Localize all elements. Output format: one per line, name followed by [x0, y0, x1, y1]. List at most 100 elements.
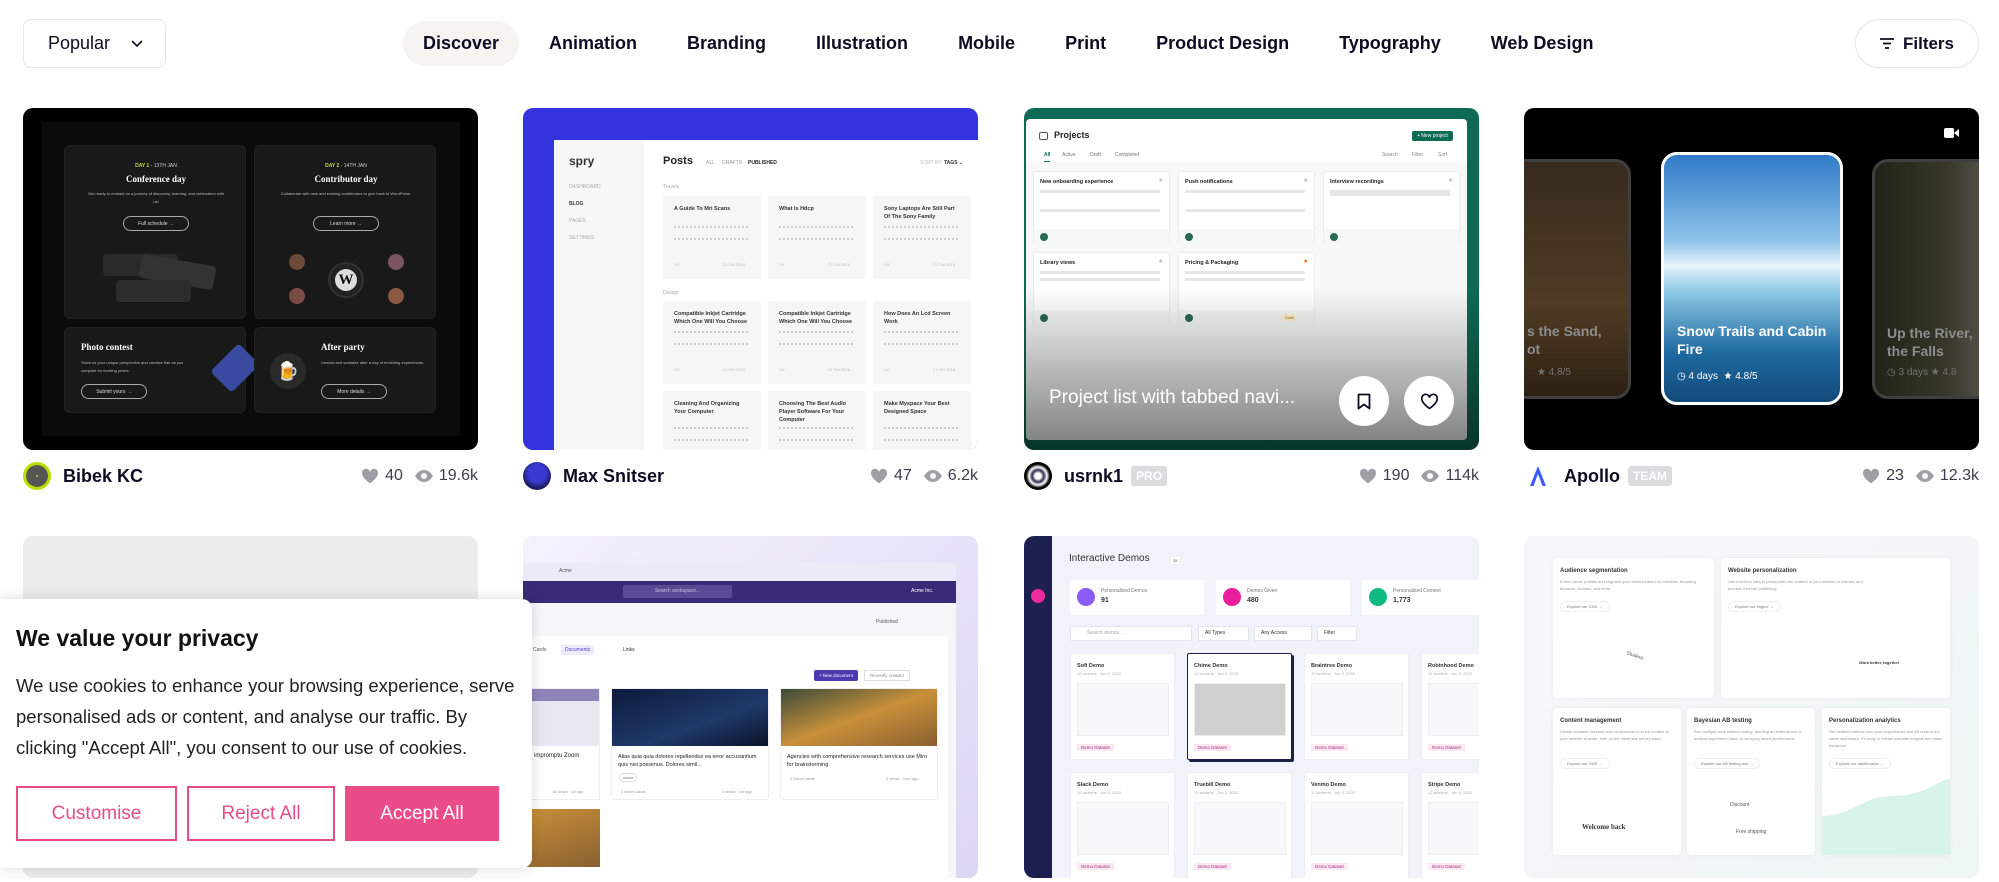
demo-title: Truebill Demo [1194, 782, 1231, 788]
customise-button[interactable]: Customise [16, 786, 177, 841]
dataset-badge: Demo Dataset [1077, 744, 1114, 751]
sidebar-item-blog: BLOG [569, 201, 584, 207]
tile-title: Conference day [125, 174, 187, 184]
new-project-button: + New project [1412, 131, 1453, 141]
tab-product-design[interactable]: Product Design [1136, 21, 1309, 66]
heart-icon[interactable] [361, 468, 379, 484]
author-name[interactable]: Apollo [1564, 466, 1620, 487]
stat-label: Personalized Content [1393, 588, 1441, 594]
demo-meta: 12 screens · Jun 3, 2022 [1077, 790, 1122, 795]
side-card-rating: 4.8/5 [1548, 367, 1571, 378]
search-tool: Search [1382, 152, 1398, 158]
tab-typography[interactable]: Typography [1319, 21, 1461, 66]
author-name[interactable]: Max Snitser [563, 466, 664, 487]
tile-title: Contributor day [314, 174, 378, 184]
feature-link: Explore our dashboards → [1829, 758, 1891, 769]
views-count: 12.3k [1939, 467, 1979, 484]
post-tag: UX [884, 262, 890, 267]
heart-icon[interactable] [870, 468, 888, 484]
author-name[interactable]: usrnk1 [1064, 466, 1123, 487]
reject-all-button[interactable]: Reject All [187, 786, 335, 841]
tab-web-design[interactable]: Web Design [1471, 21, 1614, 66]
eye-icon [1421, 470, 1440, 482]
featured-trip-card: Snow Trails and Cabin Fire ◷ 4 days ★ 4.… [1661, 152, 1843, 405]
section-label: Design [663, 290, 679, 296]
shot-thumbnail-7[interactable]: Interactive Demos 35 Search demos... All… [1024, 536, 1479, 878]
apollo-logo-icon[interactable] [1524, 462, 1552, 490]
shot-thumbnail-6[interactable]: Acme Search workspace... Acme Inc. Publi… [523, 536, 978, 878]
dataset-badge: Demo Dataset [1077, 863, 1114, 870]
shot-meta-4: Apollo TEAM 23 12.3k [1524, 461, 1979, 491]
project-title: Library views [1040, 260, 1076, 266]
post-date: 21 Oct 2018 [828, 367, 850, 372]
avatar[interactable] [523, 462, 551, 490]
stat-label: Demos Given [1247, 588, 1278, 594]
doc-title: impromptu Zoom [534, 753, 580, 759]
org-name: Acme Inc. [911, 588, 934, 594]
post-tag: UX [674, 262, 680, 267]
tab-illustration[interactable]: Illustration [796, 21, 928, 66]
full-schedule-button: Full schedule → [123, 216, 189, 231]
demo-title: Stripe Demo [1428, 782, 1461, 788]
shot-stats: 23 12.3k [1862, 467, 1979, 485]
demo-meta: 12 screens · Jun 3, 2022 [1077, 671, 1122, 676]
shot-thumbnail-4[interactable]: s the Sand, ot ★ 4.8/5 Snow Trails and C… [1524, 108, 1979, 450]
tab-animation[interactable]: Animation [529, 21, 657, 66]
demo-card: Truebill Demo 12 screens · Jun 3, 2022 D… [1187, 772, 1292, 878]
feature-title: Content management [1560, 718, 1622, 724]
shot-thumbnail-1[interactable]: DAY 1 - 13TH JAN Conference day Get read… [23, 108, 478, 450]
author-name[interactable]: Bibek KC [63, 466, 143, 487]
accept-all-button[interactable]: Accept All [345, 786, 499, 841]
posts-title: Posts [663, 155, 693, 167]
star-icon: ★ [1303, 259, 1309, 265]
shot-thumbnail-2[interactable]: spry DASHBOARD BLOG PAGES SETTINGS Posts… [523, 108, 978, 450]
shot-thumbnail-3[interactable]: Projects + New project All Active Draft … [1024, 108, 1479, 450]
clock-icon: ◷ [1677, 371, 1686, 382]
demo-card: Chime Demo 12 screens · Jun 3, 2022 Demo… [1187, 653, 1292, 760]
dataset-badge: Demo Dataset [1311, 744, 1348, 751]
post-card: Sony Laptops Are Still Part Of The Sony … [873, 196, 971, 279]
filter-tool: Filter [1412, 152, 1424, 158]
sidebar-item-settings: SETTINGS [569, 235, 595, 241]
feature-link: Explore our AB testing tool → [1694, 758, 1761, 769]
likes-count: 23 [1886, 467, 1904, 484]
shot-stats: 47 6.2k [870, 467, 978, 485]
tab-print[interactable]: Print [1045, 21, 1126, 66]
heart-icon[interactable] [1359, 468, 1377, 484]
project-card: New onboarding experience ★ [1033, 171, 1170, 245]
side-card-title: Up the River, the Falls [1887, 325, 1973, 359]
feature-desc: Use real-time data to personalize the co… [1728, 579, 1863, 591]
welcome-text: Welcome back [1582, 823, 1626, 831]
stat-value: 1,773 [1393, 597, 1411, 604]
sort-dropdown[interactable]: Popular [23, 19, 166, 68]
heart-icon[interactable] [1862, 468, 1880, 484]
linked-cards: 1 linked cards [621, 789, 646, 794]
shot-thumbnail-8[interactable]: Audience segmentation Enrich users' prof… [1524, 536, 1979, 878]
filters-button[interactable]: Filters [1855, 19, 1979, 68]
save-button[interactable] [1339, 376, 1389, 426]
tab-branding[interactable]: Branding [667, 21, 786, 66]
post-title: What Is Hdcp [779, 206, 814, 212]
tab-active: Active [1062, 152, 1076, 158]
like-button[interactable] [1404, 376, 1454, 426]
likes-count: 47 [893, 467, 912, 484]
tab-discover[interactable]: Discover [403, 21, 520, 66]
video-icon [1944, 128, 1959, 138]
folder-icon [1039, 132, 1048, 140]
feature-card: Audience segmentation Enrich users' prof… [1553, 558, 1714, 698]
dataset-badge: Demo Dataset [1428, 863, 1465, 870]
tile-contributor-day: DAY 2 - 14TH JAN Contributor day Collabo… [254, 145, 436, 319]
post-card: Choosing The Best Audio Player Software … [768, 391, 866, 450]
demo-title: Sofi Demo [1077, 663, 1105, 669]
demo-meta: 12 screens · Jun 3, 2022 [1428, 790, 1473, 795]
post-date: 21 Oct 2018 [933, 262, 955, 267]
post-title: Compatible Inkjet Cartridge Which One Wi… [779, 311, 853, 325]
star-icon: ★ [1158, 259, 1164, 265]
avatar[interactable] [23, 462, 51, 490]
shot-stats: 190 114k [1359, 467, 1479, 485]
cookie-consent-banner: We value your privacy We use cookies to … [0, 599, 532, 868]
shot-meta-2: Max Snitser 47 6.2k [523, 461, 978, 491]
post-card: How Does An Lcd Screen Work UX 21 Oct 201… [873, 301, 971, 384]
tab-mobile[interactable]: Mobile [938, 21, 1035, 66]
avatar[interactable] [1024, 462, 1052, 490]
